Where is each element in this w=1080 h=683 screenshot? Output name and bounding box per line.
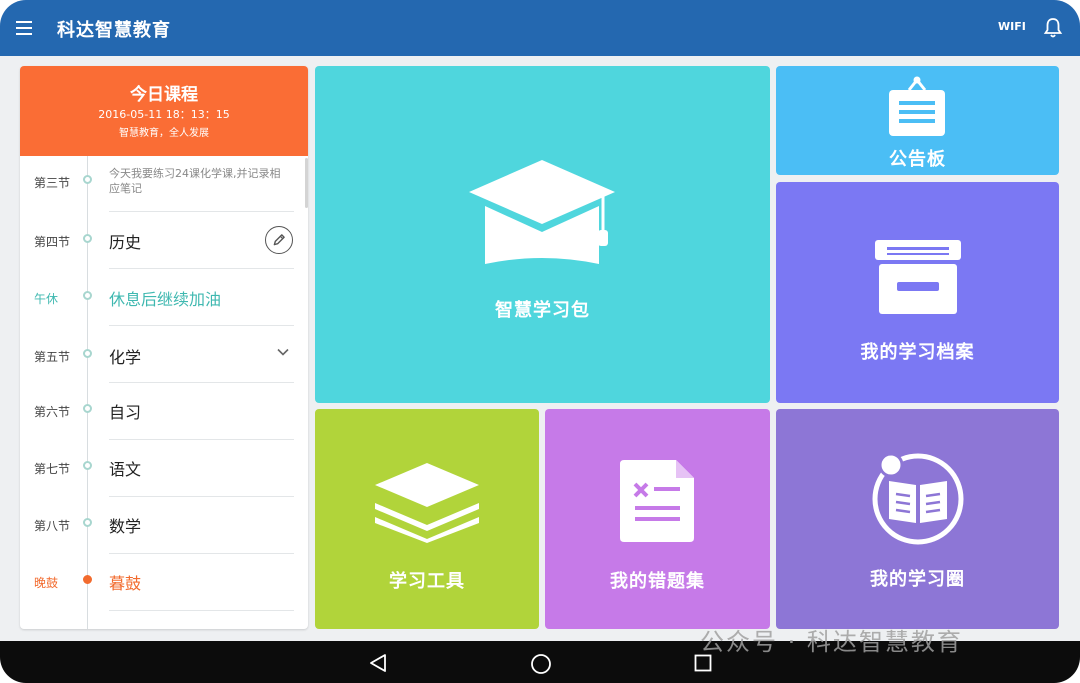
timeline-dot xyxy=(83,404,92,413)
today-schedule-panel: 今日课程 2016-05-11 18：13：15 智慧教育，全人发展 第三节 今… xyxy=(20,66,308,629)
circle-home-icon[interactable] xyxy=(530,653,552,675)
period-label: 午休 xyxy=(34,292,59,306)
notice-board-icon xyxy=(889,76,945,136)
timeline-dot xyxy=(83,575,92,584)
app-bar: 科达智慧教育 WIFI xyxy=(0,0,1080,56)
period-label: 晚鼓 xyxy=(34,576,59,590)
subject-label: 自习 xyxy=(109,403,142,422)
archive-box-icon xyxy=(875,240,961,314)
app-title: 科达智慧教育 xyxy=(57,20,171,41)
timeline-dot xyxy=(83,461,92,470)
study-archive-tile[interactable]: 我的学习档案 xyxy=(776,182,1059,403)
tile-label: 公告板 xyxy=(889,149,946,170)
timeline-dot xyxy=(83,234,92,243)
mistakes-collection-tile[interactable]: 我的错题集 xyxy=(545,409,770,629)
subject-label: 暮鼓 xyxy=(109,574,142,593)
schedule-row-lunch[interactable]: 午休 休息后继续加油 xyxy=(20,269,308,326)
period-label: 第三节 xyxy=(34,176,71,190)
subject-label: 语文 xyxy=(109,460,142,479)
subject-label: 化学 xyxy=(109,348,142,367)
triangle-back-icon[interactable] xyxy=(369,653,387,673)
watermark-text: 公众号 · 科达智慧教育 xyxy=(700,628,963,656)
wifi-status: WIFI xyxy=(998,20,1026,33)
row-divider xyxy=(109,610,294,611)
schedule-datetime: 2016-05-11 18：13：15 xyxy=(98,108,230,121)
timeline-dot xyxy=(83,291,92,300)
tile-label: 智慧学习包 xyxy=(495,300,590,321)
lesson-note: 今天我要练习24课化学课,并记录相应笔记 xyxy=(109,167,281,195)
layers-icon xyxy=(375,463,479,543)
bulletin-board-tile[interactable]: 公告板 xyxy=(776,66,1059,175)
tablet-screen: 科达智慧教育 WIFI 今日课程 2016-05-11 18：13：15 智慧教… xyxy=(0,0,1080,683)
period-label: 第八节 xyxy=(34,519,71,533)
tile-label: 我的学习档案 xyxy=(860,342,975,363)
period-label: 第四节 xyxy=(34,235,71,249)
bell-icon[interactable] xyxy=(1043,17,1063,39)
schedule-row-period-6[interactable]: 第六节 自习 xyxy=(20,383,308,440)
graduation-cap-icon xyxy=(469,160,615,264)
schedule-motto: 智慧教育，全人发展 xyxy=(119,128,209,139)
schedule-row-period-8[interactable]: 第八节 数学 xyxy=(20,497,308,554)
study-pack-tile[interactable]: 智慧学习包 xyxy=(315,66,770,403)
timeline-dot xyxy=(83,349,92,358)
chevron-down-icon[interactable] xyxy=(276,345,290,359)
reading-circle-icon xyxy=(872,452,964,545)
period-label: 第六节 xyxy=(34,405,71,419)
subject-label: 休息后继续加油 xyxy=(109,290,222,309)
schedule-header: 今日课程 2016-05-11 18：13：15 智慧教育，全人发展 xyxy=(20,66,308,156)
timeline-dot xyxy=(83,518,92,527)
schedule-row-evening[interactable]: 晚鼓 暮鼓 xyxy=(20,554,308,611)
tile-label: 学习工具 xyxy=(389,571,465,592)
wrong-answers-document-icon xyxy=(620,460,694,542)
period-label: 第七节 xyxy=(34,462,71,476)
study-circle-tile[interactable]: 我的学习圈 xyxy=(776,409,1059,629)
study-tools-tile[interactable]: 学习工具 xyxy=(315,409,539,629)
schedule-title: 今日课程 xyxy=(130,85,198,105)
tile-label: 我的学习圈 xyxy=(870,569,965,590)
period-label: 第五节 xyxy=(34,350,71,364)
pencil-icon[interactable] xyxy=(265,226,293,254)
tile-label: 我的错题集 xyxy=(610,571,705,592)
hamburger-icon[interactable] xyxy=(16,18,40,38)
subject-label: 历史 xyxy=(109,233,142,252)
subject-label: 数学 xyxy=(109,517,142,536)
timeline-dot xyxy=(83,175,92,184)
schedule-row-period-7[interactable]: 第七节 语文 xyxy=(20,440,308,497)
schedule-row-period-5[interactable]: 第五节 化学 xyxy=(20,326,308,383)
